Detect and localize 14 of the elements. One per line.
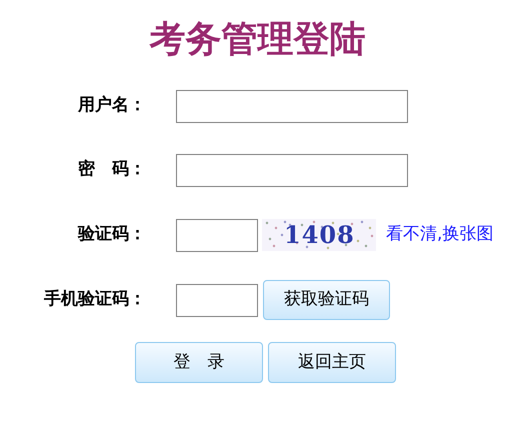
- sms-code-field[interactable]: [176, 284, 258, 316]
- password-field[interactable]: [176, 154, 408, 186]
- login-button[interactable]: 登 录: [135, 342, 263, 383]
- home-button[interactable]: 返回主页: [268, 342, 396, 383]
- captcha-field[interactable]: [176, 218, 258, 252]
- refresh-captcha-link[interactable]: 看不清,换张图: [386, 222, 494, 248]
- captcha-image: 1408: [262, 219, 376, 251]
- page-title: 考务管理登陆: [148, 18, 366, 62]
- field-label: 验证码：: [76, 223, 147, 246]
- get-code-button[interactable]: 获取验证码: [263, 280, 390, 320]
- field-label: 手机验证码：: [43, 288, 147, 312]
- field-label: 用户名：: [76, 94, 147, 118]
- username-field[interactable]: [176, 90, 408, 122]
- field-label: 密 码：: [77, 158, 147, 182]
